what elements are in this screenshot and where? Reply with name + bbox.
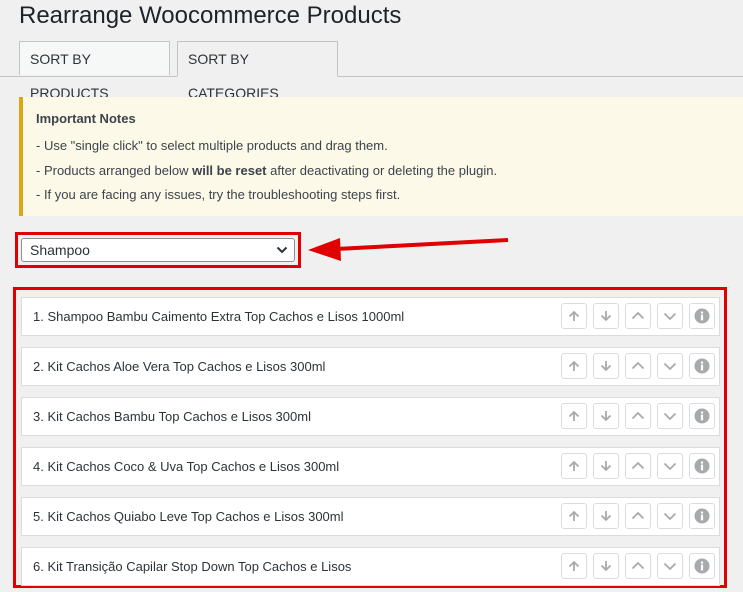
product-label: 1. Shampoo Bambu Caimento Extra Top Cach… [33, 309, 405, 324]
move-up-icon [631, 461, 645, 470]
move-to-bottom-icon [600, 411, 612, 422]
notice-line: - If you are facing any issues, try the … [36, 187, 401, 202]
row-button-group [561, 503, 717, 529]
info-button[interactable] [689, 303, 715, 329]
move-up-icon [631, 361, 645, 370]
move-down-icon [663, 412, 677, 421]
notice-line: - Use "single click" to select multiple … [36, 138, 388, 153]
move-to-bottom-icon [600, 311, 612, 322]
move-to-top-icon [568, 510, 580, 521]
row-button-group [561, 553, 717, 579]
move-to-bottom-button[interactable] [593, 403, 619, 429]
move-to-top-icon [568, 310, 580, 321]
move-to-top-icon [568, 410, 580, 421]
product-row[interactable]: 4. Kit Cachos Coco & Uva Top Cachos e Li… [21, 447, 720, 486]
red-arrow-annotation [308, 238, 509, 261]
product-row[interactable]: 5. Kit Cachos Quiabo Leve Top Cachos e L… [21, 497, 720, 536]
move-up-button[interactable] [625, 453, 651, 479]
move-to-top-icon [568, 460, 580, 471]
product-label: 4. Kit Cachos Coco & Uva Top Cachos e Li… [33, 459, 340, 474]
product-label: 3. Kit Cachos Bambu Top Cachos e Lisos 3… [33, 409, 311, 424]
row-button-group [561, 303, 717, 329]
product-row[interactable]: 1. Shampoo Bambu Caimento Extra Top Cach… [21, 297, 720, 336]
move-up-icon [631, 411, 645, 420]
move-up-button[interactable] [625, 353, 651, 379]
product-label: 6. Kit Transição Capilar Stop Down Top C… [33, 559, 352, 574]
move-to-top-icon [568, 560, 580, 571]
move-to-top-button[interactable] [561, 353, 587, 379]
category-select[interactable]: Shampoo [21, 238, 295, 262]
info-button[interactable] [689, 353, 715, 379]
move-to-bottom-button[interactable] [593, 503, 619, 529]
move-down-icon [663, 312, 677, 321]
notice-line: - Products arranged below will be reset … [36, 162, 498, 178]
move-up-icon [631, 561, 645, 570]
product-row[interactable]: 6. Kit Transição Capilar Stop Down Top C… [21, 547, 720, 586]
important-notes-notice: Important Notes - Use "single click" to … [19, 97, 743, 216]
product-row[interactable]: 3. Kit Cachos Bambu Top Cachos e Lisos 3… [21, 397, 720, 436]
product-list: 1. Shampoo Bambu Caimento Extra Top Cach… [13, 287, 727, 588]
move-to-bottom-button[interactable] [593, 453, 619, 479]
row-button-group [561, 403, 717, 429]
category-select-value: Shampoo [30, 242, 90, 258]
move-down-button[interactable] [657, 303, 683, 329]
info-icon [694, 558, 710, 574]
move-to-top-icon [568, 360, 580, 371]
move-down-icon [663, 462, 677, 471]
move-to-bottom-button[interactable] [593, 303, 619, 329]
move-down-icon [663, 362, 677, 371]
page-title: Rearrange Woocommerce Products [19, 2, 402, 29]
move-to-bottom-button[interactable] [593, 553, 619, 579]
info-icon [694, 458, 710, 474]
info-button[interactable] [689, 553, 715, 579]
product-label: 5. Kit Cachos Quiabo Leve Top Cachos e L… [33, 509, 344, 524]
select-highlight-box: Shampoo [15, 232, 301, 268]
notice-heading: Important Notes [36, 111, 136, 126]
move-down-button[interactable] [657, 403, 683, 429]
info-icon [694, 508, 710, 524]
tab-sort-by-categories[interactable]: SORT BY CATEGORIES [177, 41, 338, 101]
move-up-button[interactable] [625, 303, 651, 329]
move-to-top-button[interactable] [561, 553, 587, 579]
chevron-down-icon [276, 246, 288, 254]
tab-sort-by-products[interactable]: SORT BY PRODUCTS [19, 41, 170, 101]
move-up-button[interactable] [625, 503, 651, 529]
move-up-icon [631, 311, 645, 320]
row-button-group [561, 353, 717, 379]
move-up-button[interactable] [625, 553, 651, 579]
product-row[interactable]: 2. Kit Cachos Aloe Vera Top Cachos e Lis… [21, 347, 720, 386]
move-down-icon [663, 562, 677, 571]
product-label: 2. Kit Cachos Aloe Vera Top Cachos e Lis… [33, 359, 326, 374]
move-up-button[interactable] [625, 403, 651, 429]
info-icon [694, 408, 710, 424]
move-to-bottom-icon [600, 461, 612, 472]
move-down-button[interactable] [657, 503, 683, 529]
info-icon [694, 308, 710, 324]
move-to-top-button[interactable] [561, 303, 587, 329]
move-down-icon [663, 512, 677, 521]
info-button[interactable] [689, 403, 715, 429]
info-button[interactable] [689, 453, 715, 479]
move-down-button[interactable] [657, 553, 683, 579]
row-button-group [561, 453, 717, 479]
move-up-icon [631, 511, 645, 520]
move-to-top-button[interactable] [561, 503, 587, 529]
move-down-button[interactable] [657, 353, 683, 379]
move-to-bottom-button[interactable] [593, 353, 619, 379]
tab-bar: SORT BY PRODUCTS SORT BY CATEGORIES [0, 41, 743, 101]
move-to-bottom-icon [600, 511, 612, 522]
info-icon [694, 358, 710, 374]
move-down-button[interactable] [657, 453, 683, 479]
move-to-top-button[interactable] [561, 453, 587, 479]
move-to-top-button[interactable] [561, 403, 587, 429]
move-to-bottom-icon [600, 561, 612, 572]
move-to-bottom-icon [600, 361, 612, 372]
info-button[interactable] [689, 503, 715, 529]
